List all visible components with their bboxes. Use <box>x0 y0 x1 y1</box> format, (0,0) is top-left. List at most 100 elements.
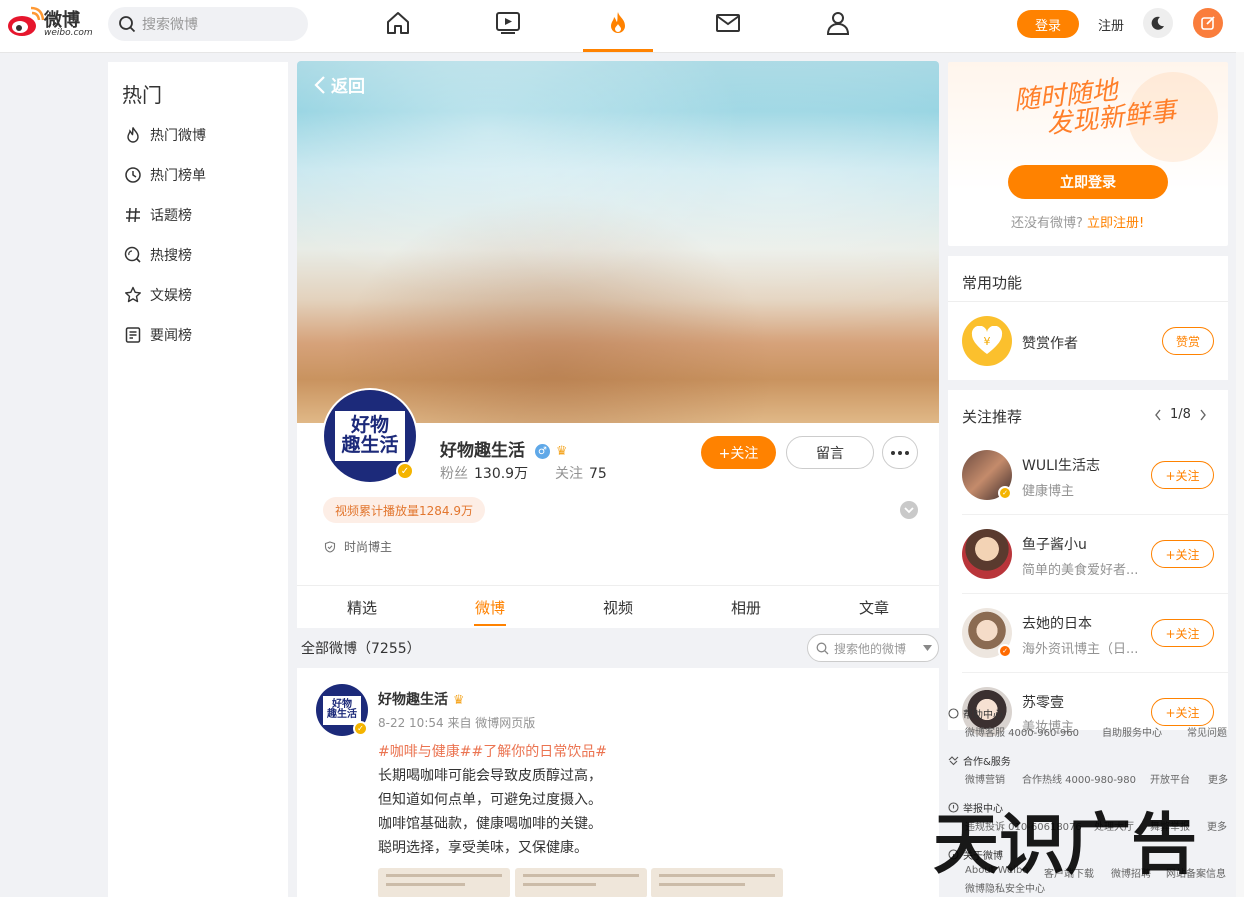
login-now-button[interactable]: 立即登录 <box>1008 165 1168 199</box>
post-image-thumbnail[interactable] <box>651 868 783 897</box>
profile-tag: 时尚博主 <box>324 538 392 555</box>
pager-text: 1/8 <box>1170 407 1191 422</box>
sidebar-item-hot-lists[interactable]: 热门榜单 <box>124 164 206 186</box>
expand-profile-button[interactable] <box>900 501 918 519</box>
post-hashtags[interactable]: #咖啡与健康##了解你的日常饮品# <box>378 741 607 761</box>
footer-link[interactable]: 开放平台 <box>1150 771 1190 786</box>
recommended-user-name[interactable]: WULI生活志 <box>1022 455 1100 475</box>
moon-icon <box>1151 16 1164 30</box>
tag-text: 时尚博主 <box>344 540 393 554</box>
sidebar-item-news[interactable]: 要闻榜 <box>124 324 192 346</box>
post-avatar-text-bottom: 趣生活 <box>327 709 357 720</box>
footer-link[interactable]: 自助服务中心 <box>1102 724 1162 739</box>
watermark-text: 天识广告 <box>933 806 1197 883</box>
tab-weibo[interactable]: 微博 <box>460 597 520 618</box>
tab-featured[interactable]: 精选 <box>332 597 392 618</box>
register-link[interactable]: 注册 <box>1098 15 1124 34</box>
sidebar-item-hot-search[interactable]: 热搜榜 <box>124 244 192 266</box>
recommended-user-avatar[interactable] <box>962 529 1012 579</box>
crown-level-icon: ♛ <box>452 693 465 708</box>
cooperation-heading[interactable]: 合作&服务 <box>948 753 1011 768</box>
sidebar-item-hot-weibo[interactable]: 热门微博 <box>124 124 206 146</box>
help-icon <box>948 708 959 719</box>
page-scrollbar[interactable] <box>1236 52 1244 897</box>
post-author-text: 好物趣生活 <box>378 692 448 708</box>
login-button[interactable]: 登录 <box>1017 10 1079 38</box>
search-icon <box>816 642 829 654</box>
register-now-link[interactable]: 立即注册! <box>1087 216 1144 231</box>
tab-articles[interactable]: 文章 <box>844 597 904 618</box>
nav-profile[interactable] <box>824 9 852 37</box>
chevron-left-icon[interactable] <box>1154 409 1162 421</box>
post-meta: 8-22 10:54 来自 微博网页版 <box>378 716 536 730</box>
footer-link[interactable]: 更多 <box>1208 771 1228 786</box>
recommended-user-name[interactable]: 苏零壹 <box>1022 692 1064 712</box>
search-rank-icon <box>124 246 141 263</box>
recommended-follow-button[interactable]: +关注 <box>1151 540 1214 568</box>
heart-coin-icon: ¥ <box>971 326 1003 354</box>
recommended-follow-button[interactable]: +关注 <box>1151 698 1214 726</box>
chevron-down-icon <box>904 507 914 514</box>
post-search-placeholder: 搜索他的微博 <box>834 641 907 656</box>
recommended-follow-button[interactable]: +关注 <box>1151 619 1214 647</box>
post-author-name[interactable]: 好物趣生活 ♛ <box>378 689 465 709</box>
profile-post-search-input[interactable]: 搜索他的微博 <box>807 634 939 662</box>
sidebar-item-label: 热搜榜 <box>150 248 192 264</box>
footer-link[interactable]: 常见问题 <box>1187 724 1227 739</box>
post-image-thumbnail[interactable] <box>515 868 647 897</box>
back-label: 返回 <box>331 77 365 97</box>
more-dots-icon <box>891 450 909 455</box>
post-text-line: 聪明选择，享受美味，又保健康。 <box>378 840 588 856</box>
clock-icon <box>125 167 141 183</box>
avatar-text-top: 好物 <box>350 414 389 437</box>
footer-link[interactable]: 微博营销 <box>965 771 1005 786</box>
tab-video[interactable]: 视频 <box>588 597 648 618</box>
post-image-thumbnail[interactable] <box>378 868 510 897</box>
tip-author-label: 赞赏作者 <box>1022 336 1078 352</box>
post-text-line: 长期喝咖啡可能会导致皮质醇过高， <box>378 768 602 784</box>
sidebar-item-label: 要闻榜 <box>150 328 192 344</box>
recommended-follow-button[interactable]: +关注 <box>1151 461 1214 489</box>
profile-nickname: 好物趣生活 ♂ ♛ <box>440 436 572 461</box>
sidebar-item-entertainment[interactable]: 文娱榜 <box>124 284 192 306</box>
sidebar-item-label: 热门微博 <box>150 128 206 144</box>
tip-button[interactable]: 赞赏 <box>1162 327 1214 355</box>
nav-video[interactable] <box>494 9 522 37</box>
common-functions-title: 常用功能 <box>962 274 1023 292</box>
star-icon <box>125 286 141 303</box>
divider <box>962 672 1228 673</box>
sidebar-item-topics[interactable]: 话题榜 <box>124 204 192 226</box>
footer-link[interactable]: 微博客服 4000-960-960 <box>965 724 1079 739</box>
svg-text:¥: ¥ <box>984 335 991 348</box>
footer-link[interactable]: 合作热线 4000-980-980 <box>1022 771 1136 786</box>
divider <box>948 301 1228 302</box>
recommended-user-name[interactable]: 去她的日本 <box>1022 613 1092 633</box>
recommended-user-desc: 简单的美食爱好者... <box>1022 563 1139 578</box>
recommended-user-desc: 健康博主 <box>1022 484 1075 499</box>
help-center-heading[interactable]: 帮助中心 <box>948 706 1003 721</box>
more-options-button[interactable] <box>882 436 918 469</box>
no-account-prompt: 还没有微博? 立即注册! <box>1011 212 1144 231</box>
back-button[interactable]: 返回 <box>313 72 365 97</box>
fans-count[interactable]: 130.9万 <box>474 466 528 482</box>
following-count[interactable]: 75 <box>589 466 607 482</box>
message-button[interactable]: 留言 <box>786 436 874 469</box>
verified-badge-icon: ✓ <box>998 486 1012 500</box>
gender-male-icon: ♂ <box>534 444 550 459</box>
nav-home[interactable] <box>384 9 412 37</box>
nav-messages[interactable] <box>714 9 742 37</box>
recommended-user-name[interactable]: 鱼子酱小u <box>1022 534 1087 554</box>
compose-button[interactable] <box>1193 8 1223 38</box>
shield-icon <box>324 540 336 553</box>
profile-cover-image: 返回 <box>297 61 939 423</box>
post-text-line: 咖啡馆基础款，健康喝咖啡的关键。 <box>378 816 602 832</box>
nav-hot[interactable] <box>604 9 632 37</box>
chevron-right-icon[interactable] <box>1199 409 1207 421</box>
dark-mode-toggle[interactable] <box>1143 8 1173 38</box>
follow-button[interactable]: +关注 <box>701 436 776 469</box>
global-search-input[interactable]: 搜索微博 <box>108 7 308 41</box>
verified-badge-icon: ✓ <box>998 644 1012 658</box>
tab-album[interactable]: 相册 <box>716 597 776 618</box>
search-placeholder: 搜索微博 <box>142 17 198 33</box>
footer-link[interactable]: 更多 <box>1207 818 1227 833</box>
